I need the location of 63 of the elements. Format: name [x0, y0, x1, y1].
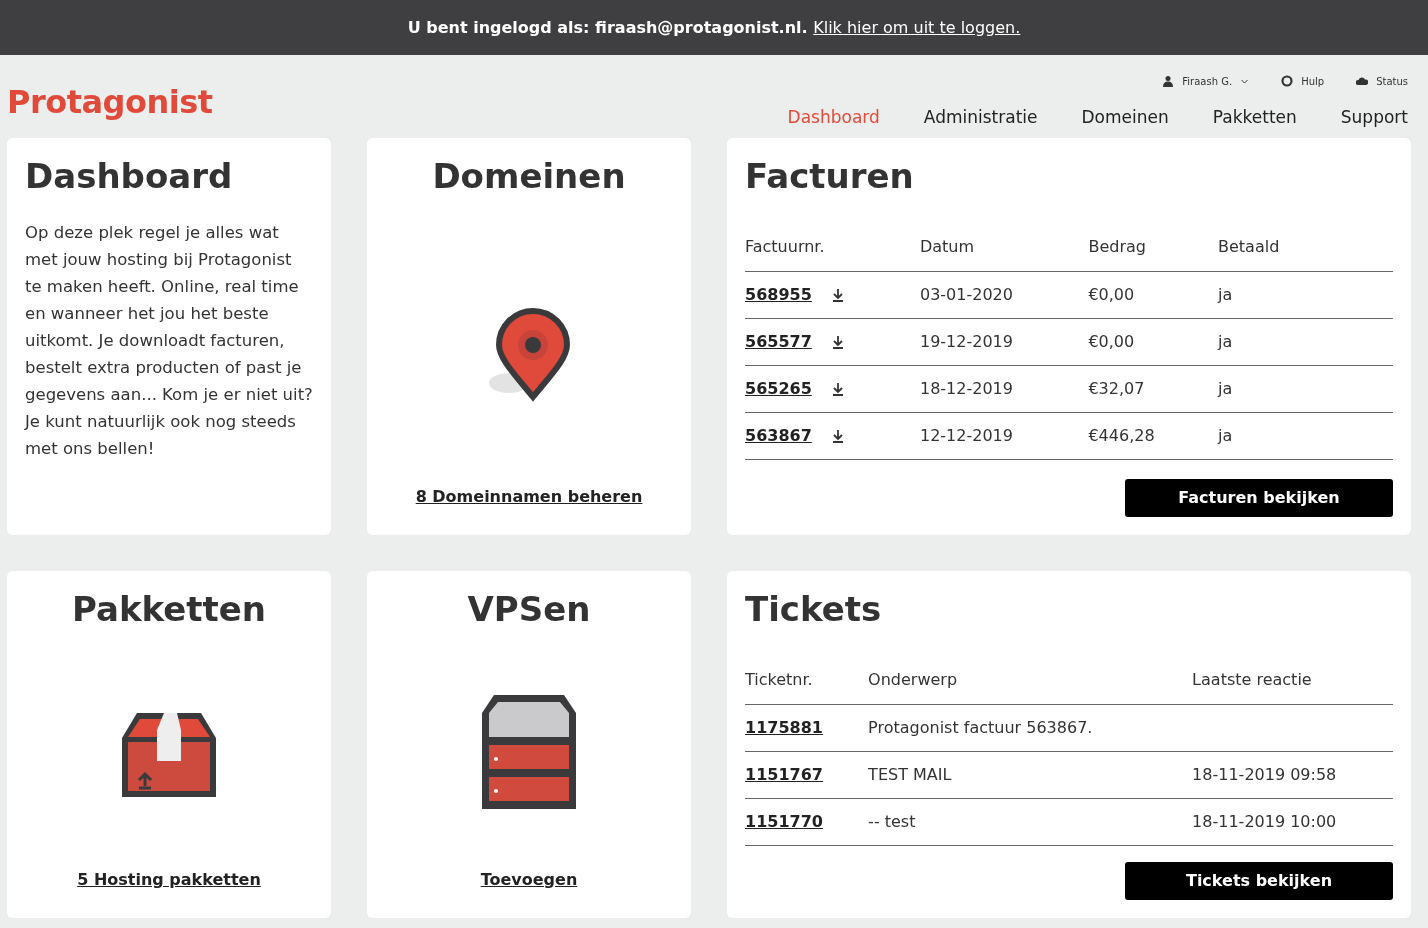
column-header: Bedrag: [1088, 220, 1218, 272]
table-cell: €446,28: [1088, 425, 1155, 445]
card-title: Facturen: [745, 156, 915, 197]
card-title: Dashboard: [25, 156, 234, 197]
table-cell: ja: [1218, 331, 1233, 351]
column-header: Laatste reactie: [1192, 653, 1393, 705]
intro-text: Op deze plek regel je alles wat met jouw hosting bij Protagonist te maken heeft. Online, real time en wanneer het jou het beste uitkomt. Je downloadt facturen, bestelt extra producten of past je gegevens aan... Kom je er niet uit? Je kunt natuurlijk ook nog steeds met ons bellen!: [25, 221, 313, 460]
invoice-link[interactable]: 565577: [745, 331, 812, 351]
download-icon: [831, 288, 844, 303]
card-title: VPSen: [467, 589, 591, 630]
ticket-link[interactable]: 1151767: [745, 764, 823, 784]
column-header: Factuurnr.: [745, 220, 920, 272]
user-link[interactable]: Firaash G.: [1182, 73, 1233, 89]
column-header: Betaald: [1218, 220, 1393, 272]
ticket-link[interactable]: 1175881: [745, 717, 823, 737]
table-cell: TEST MAIL: [868, 764, 952, 784]
download-icon: [831, 382, 844, 397]
server-icon: [482, 694, 576, 809]
table-cell: ja: [1218, 425, 1233, 445]
column-header: Onderwerp: [868, 653, 1193, 705]
add-vps-link[interactable]: Toevoegen: [480, 868, 578, 892]
manage-domains-link[interactable]: 8 Domeinnamen beheren: [415, 485, 643, 509]
view-tickets-button[interactable]: Tickets bekijken: [1125, 862, 1393, 900]
nav-link-item[interactable]: Dashboard: [787, 104, 880, 130]
table-cell: €0,00: [1088, 284, 1135, 304]
nav-link-item[interactable]: Support: [1340, 104, 1408, 130]
table-cell: 03-01-2020: [919, 284, 1013, 304]
nav-link-item[interactable]: Administratie: [923, 104, 1038, 130]
card-title: Tickets: [745, 589, 883, 630]
table-cell: ja: [1218, 284, 1233, 304]
nav-link-item[interactable]: Domeinen: [1081, 104, 1169, 130]
download-icon: [831, 429, 844, 444]
table-cell: -- test: [868, 811, 916, 831]
column-header: Datum: [919, 220, 1089, 272]
table-cell: 18-12-2019: [919, 378, 1013, 398]
ticket-link[interactable]: 1151770: [745, 811, 823, 831]
invoice-link[interactable]: 568955: [745, 284, 812, 304]
login-message: U bent ingelogd als: firaash@protagonist.nl.: [407, 16, 808, 39]
status-link[interactable]: Status: [1376, 73, 1408, 89]
invoice-link[interactable]: 563867: [745, 425, 812, 445]
logo: Protagonist: [7, 82, 213, 123]
map-pin-icon: [487, 306, 571, 403]
hosting-packages-link[interactable]: 5 Hosting pakketten: [77, 868, 261, 892]
table-cell: 12-12-2019: [919, 425, 1013, 445]
column-header: Ticketnr.: [745, 653, 869, 705]
invoice-link[interactable]: 565265: [745, 378, 812, 398]
download-icon: [831, 335, 844, 350]
cloud-icon: [1356, 75, 1369, 87]
table-cell: ja: [1218, 378, 1233, 398]
nav-link-item[interactable]: Pakketten: [1212, 104, 1297, 130]
table-cell: 18-11-2019 09:58: [1192, 764, 1337, 784]
table-cell: €0,00: [1088, 331, 1135, 351]
table-cell: €32,07: [1088, 378, 1145, 398]
view-invoices-button[interactable]: Facturen bekijken: [1125, 479, 1393, 517]
card-title: Pakketten: [71, 589, 267, 630]
logout-link[interactable]: Klik hier om uit te loggen.: [813, 15, 1021, 40]
card-title: Domeinen: [432, 156, 626, 197]
table-cell: 18-11-2019 10:00: [1192, 811, 1337, 831]
table-cell: Protagonist factuur 563867.: [868, 717, 1093, 737]
table-cell: 19-12-2019: [919, 331, 1013, 351]
help-link[interactable]: Hulp: [1301, 73, 1325, 89]
lifebuoy-icon: [1281, 75, 1294, 87]
user-icon: [1162, 75, 1175, 87]
